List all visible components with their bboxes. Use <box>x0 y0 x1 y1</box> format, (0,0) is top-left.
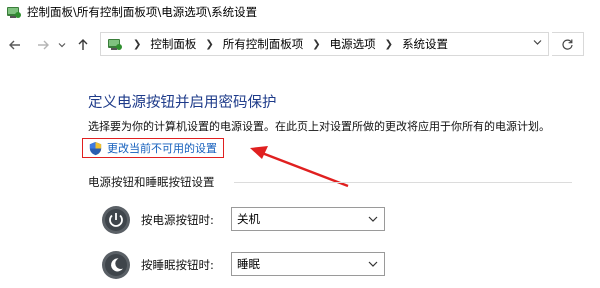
section-divider <box>234 182 572 183</box>
power-button-action-select[interactable]: 关机 <box>231 207 385 231</box>
sleep-button-label: 按睡眠按钮时: <box>141 258 214 272</box>
section-title: 电源按钮和睡眠按钮设置 <box>88 175 215 189</box>
chevron-down-icon <box>368 216 378 222</box>
sleep-button-action-select[interactable]: 睡眠 <box>231 252 385 276</box>
sleep-button-icon <box>102 251 130 279</box>
sleep-button-row: 按睡眠按钮时: 睡眠 <box>101 249 385 281</box>
annotation-arrow-icon <box>250 146 349 188</box>
power-button-row: 按电源按钮时: 关机 <box>101 204 385 236</box>
power-button-icon <box>102 206 130 234</box>
power-button-action-value: 关机 <box>237 212 260 226</box>
chevron-down-icon <box>368 261 378 267</box>
power-button-label: 按电源按钮时: <box>141 213 214 227</box>
sleep-button-action-value: 睡眠 <box>237 257 260 271</box>
